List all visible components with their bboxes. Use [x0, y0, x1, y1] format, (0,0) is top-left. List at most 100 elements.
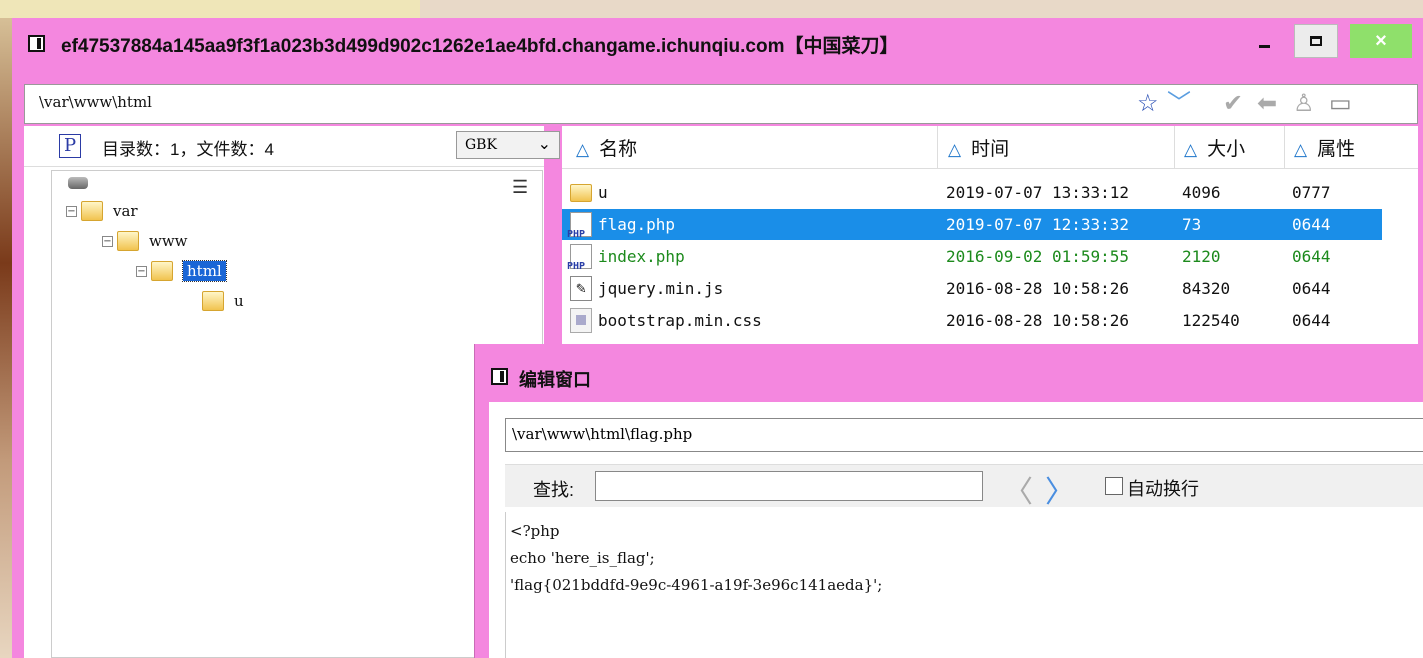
file-row[interactable]: ✎ jquery.min.js 2016-08-28 10:58:26 8432…	[562, 273, 1382, 304]
file-name: jquery.min.js	[598, 279, 724, 298]
code-line: 'flag{021bddfd-9e9c-4961-a19f-3e96c141ae…	[510, 576, 883, 594]
star-icon[interactable]: ☆	[1137, 90, 1159, 118]
tree-node-var[interactable]: − var	[66, 201, 138, 221]
file-time: 2016-08-28 10:58:26	[946, 279, 1130, 298]
find-label: 查找:	[533, 480, 575, 500]
tree-node-www[interactable]: − www	[102, 231, 188, 251]
edit-window-title: 编辑窗口	[519, 370, 591, 390]
window-app-icon	[28, 35, 45, 52]
find-bar: 查找: 〈 〉 自动换行	[505, 464, 1423, 509]
file-name: index.php	[598, 247, 685, 266]
file-row[interactable]: u 2019-07-07 13:33:12 4096 0777	[562, 177, 1382, 208]
check-icon[interactable]: ✔	[1223, 90, 1243, 118]
collapse-icon[interactable]: −	[66, 205, 77, 217]
close-icon: ×	[1375, 29, 1387, 52]
php-file-icon: PHP	[567, 212, 592, 240]
column-name[interactable]: △ 名称	[576, 134, 637, 161]
encoding-value: GBK	[465, 137, 497, 153]
folder-icon	[202, 291, 224, 311]
tree-node-label: www	[149, 232, 188, 250]
tree-node-label: html	[182, 260, 227, 282]
sort-icon: △	[1294, 140, 1308, 159]
address-path[interactable]: \var\www\html	[39, 93, 152, 111]
encoding-select[interactable]: GBK ⌄	[456, 131, 560, 159]
folder-icon	[117, 231, 139, 251]
window-title: ef47537884a145aa9f3f1a023b3d499d902c1262…	[61, 36, 899, 57]
column-divider[interactable]	[1284, 126, 1285, 168]
word-wrap-checkbox[interactable]	[1105, 477, 1123, 495]
directory-counts: 目录数：1，文件数：4	[102, 140, 274, 159]
tree-node-label: u	[234, 292, 244, 310]
file-row[interactable]: bootstrap.min.css 2016-08-28 10:58:26 12…	[562, 305, 1382, 336]
window-app-icon	[491, 368, 508, 385]
user-icon[interactable]: ♙	[1293, 90, 1315, 118]
column-divider[interactable]	[937, 126, 938, 168]
tree-node-label: var	[113, 202, 138, 220]
column-size[interactable]: △ 大小	[1184, 134, 1245, 161]
file-time: 2016-08-28 10:58:26	[946, 311, 1130, 330]
sort-icon: △	[948, 140, 962, 159]
file-time: 2019-07-07 12:33:32	[946, 215, 1130, 234]
file-attr: 0644	[1292, 311, 1331, 330]
php-mode-icon[interactable]: P	[59, 134, 81, 158]
folder-icon	[570, 184, 592, 202]
file-attr: 0644	[1292, 279, 1331, 298]
collapse-icon[interactable]: −	[102, 235, 113, 247]
directory-toolbar: P 目录数：1，文件数：4 GBK ⌄	[24, 126, 560, 167]
column-attr[interactable]: △ 属性	[1294, 134, 1355, 161]
chevron-down-icon: ⌄	[537, 134, 551, 153]
file-name: flag.php	[598, 215, 676, 234]
file-size: 4096	[1182, 183, 1221, 202]
css-file-icon	[570, 308, 592, 333]
maximize-icon	[1310, 36, 1322, 46]
list-view-icon[interactable]: ☰	[512, 177, 528, 198]
js-file-icon: ✎	[570, 276, 592, 301]
drive-icon[interactable]	[68, 177, 88, 189]
file-size: 84320	[1182, 279, 1231, 298]
next-icon[interactable]: 〉	[1045, 467, 1075, 511]
folder-icon	[81, 201, 103, 221]
file-row[interactable]: PHP flag.php 2019-07-07 12:33:32 73 0644	[562, 209, 1382, 240]
minimize-button[interactable]	[1242, 24, 1286, 58]
file-list-header: △ 名称 △ 时间 △ 大小 △ 属性	[562, 126, 1418, 169]
collapse-icon[interactable]: −	[136, 265, 147, 277]
sort-icon: △	[576, 140, 590, 159]
minimize-icon	[1258, 44, 1270, 48]
directory-tree: ☰ − var − www − html u	[51, 170, 543, 658]
file-name: u	[598, 183, 608, 202]
word-wrap-label: 自动换行	[1127, 479, 1199, 499]
title-bar[interactable]: ef47537884a145aa9f3f1a023b3d499d902c1262…	[12, 18, 1423, 70]
file-path-field[interactable]: \var\www\html\flag.php	[505, 418, 1423, 452]
file-size: 73	[1182, 215, 1202, 234]
php-file-icon: PHP	[567, 244, 592, 272]
column-divider[interactable]	[1174, 126, 1175, 168]
back-arrow-icon[interactable]: ⬅	[1257, 90, 1277, 118]
code-line: <?php	[510, 522, 560, 540]
chevron-down-icon[interactable]: ﹀	[1167, 90, 1191, 118]
file-time: 2016-09-02 01:59:55	[946, 247, 1130, 266]
directory-pane: P 目录数：1，文件数：4 GBK ⌄ ☰ − var − www − html…	[24, 126, 560, 658]
file-name: bootstrap.min.css	[598, 311, 762, 330]
file-row[interactable]: PHP index.php 2016-09-02 01:59:55 2120 0…	[562, 241, 1382, 272]
sort-icon: △	[1184, 140, 1198, 159]
file-attr: 0644	[1292, 215, 1331, 234]
previous-icon[interactable]: 〈	[1003, 467, 1033, 511]
address-bar[interactable]: \var\www\html ☆ ﹀ ✔ ⬅ ♙ ▭	[24, 84, 1418, 124]
edit-window-body: \var\www\html\flag.php 查找: 〈 〉 自动换行 <?ph…	[489, 402, 1423, 658]
tree-node-html[interactable]: − html	[136, 260, 227, 282]
file-size: 122540	[1182, 311, 1240, 330]
close-button[interactable]: ×	[1350, 24, 1412, 58]
code-editor[interactable]: <?php echo 'here_is_flag'; 'flag{021bddf…	[505, 512, 1423, 658]
maximize-button[interactable]	[1294, 24, 1338, 58]
file-attr: 0777	[1292, 183, 1331, 202]
window-icon[interactable]: ▭	[1329, 90, 1352, 118]
code-line: echo 'here_is_flag';	[510, 549, 655, 567]
file-size: 2120	[1182, 247, 1221, 266]
tree-node-u[interactable]: u	[202, 291, 244, 311]
folder-icon	[151, 261, 173, 281]
find-input[interactable]	[595, 471, 983, 501]
file-attr: 0644	[1292, 247, 1331, 266]
desktop-background-top	[0, 0, 420, 18]
column-time[interactable]: △ 时间	[948, 134, 1009, 161]
file-time: 2019-07-07 13:33:12	[946, 183, 1130, 202]
